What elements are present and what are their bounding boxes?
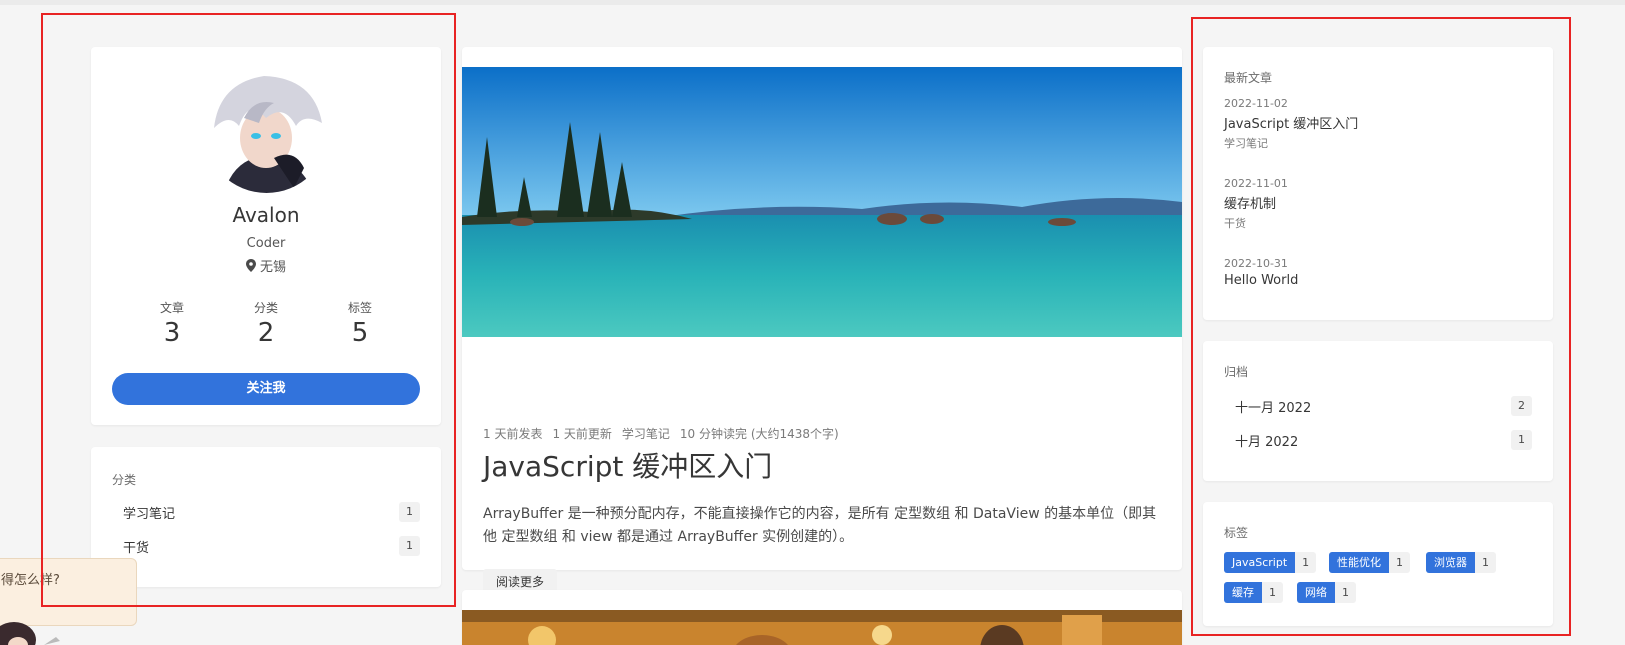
widget-title: 标签	[1224, 526, 1249, 540]
post-published: 1 天前发表	[483, 427, 543, 441]
tag-count: 1	[1389, 552, 1410, 573]
archive-count: 2	[1511, 396, 1532, 416]
archive-count: 1	[1511, 430, 1532, 450]
category-count: 1	[399, 536, 420, 556]
category-label: 干货	[123, 540, 150, 556]
tag-count: 1	[1295, 552, 1317, 573]
archive-label: 十一月 2022	[1235, 400, 1312, 416]
post-title[interactable]: JavaScript 缓冲区入门	[483, 445, 772, 485]
recent-post-category[interactable]: 学习笔记	[1224, 135, 1524, 151]
post-read-time: 10 分钟读完 (大约1438个字)	[679, 427, 839, 441]
stat-categories[interactable]: 分类 2	[231, 299, 301, 348]
tag-item[interactable]: 网络 1	[1297, 582, 1356, 603]
tag-count: 1	[1475, 552, 1496, 573]
category-count: 1	[399, 502, 420, 522]
recent-post-title[interactable]: 缓存机制	[1224, 193, 1524, 212]
archive-item[interactable]: 十一月 2022 2	[1224, 391, 1532, 421]
recent-post-title[interactable]: JavaScript 缓冲区入门	[1224, 113, 1524, 132]
post-card: 1 天前发表 1 天前更新 学习笔记 10 分钟读完 (大约1438个字) Ja…	[462, 47, 1182, 595]
categories-widget: 分类 学习笔记 1 干货 1	[91, 447, 441, 587]
mascot-character[interactable]	[0, 615, 64, 645]
tag-count: 1	[1262, 582, 1283, 603]
archive-item[interactable]: 十月 2022 1	[1224, 425, 1532, 455]
post-meta: 1 天前发表 1 天前更新 学习笔记 10 分钟读完 (大约1438个字)	[483, 425, 839, 442]
recent-post-item[interactable]: 2022-11-02 JavaScript 缓冲区入门 学习笔记	[1224, 97, 1524, 151]
recent-post-date: 2022-10-31	[1224, 257, 1288, 270]
tag-name: 缓存	[1224, 582, 1262, 603]
recent-post-title[interactable]: Hello World	[1224, 273, 1524, 288]
follow-button[interactable]: 关注我	[112, 373, 420, 405]
recent-post-item[interactable]: 2022-10-31 Hello World	[1224, 257, 1524, 288]
widget-title: 最新文章	[1224, 71, 1273, 85]
tag-name: 浏览器	[1426, 552, 1475, 573]
recent-post-date: 2022-11-01	[1224, 177, 1288, 190]
tag-name: 网络	[1297, 582, 1335, 603]
profile-role: Coder	[246, 236, 286, 251]
archives-widget: 归档 十一月 2022 2 十月 2022 1	[1203, 341, 1553, 481]
avatar[interactable]	[204, 68, 329, 193]
widget-title: 分类	[112, 473, 137, 487]
category-item[interactable]: 学习笔记 1	[112, 497, 420, 527]
stat-value: 3	[163, 318, 181, 348]
tag-item[interactable]: JavaScript 1	[1224, 552, 1317, 573]
recent-post-item[interactable]: 2022-11-01 缓存机制 干货	[1224, 177, 1524, 231]
stat-label: 标签	[347, 301, 372, 315]
recent-posts-widget: 最新文章 2022-11-02 JavaScript 缓冲区入门 学习笔记 20…	[1203, 47, 1553, 320]
map-marker-icon	[245, 259, 256, 272]
post-excerpt: ArrayBuffer 是一种预分配内存，不能直接操作它的内容，是所有 定型数组…	[483, 506, 1157, 545]
recent-post-category[interactable]: 干货	[1224, 215, 1524, 231]
location-text: 无锡	[259, 260, 286, 275]
post-thumbnail[interactable]	[462, 610, 1182, 645]
stat-label: 文章	[159, 301, 184, 315]
profile-card: Avalon Coder 无锡 文章 3 分类 2 标签 5 关注我	[91, 47, 441, 425]
tag-name: 性能优化	[1329, 552, 1389, 573]
post-category-link[interactable]: 学习笔记	[622, 425, 670, 442]
post-card	[462, 590, 1182, 645]
tag-item[interactable]: 浏览器 1	[1426, 552, 1496, 573]
profile-location: 无锡	[91, 256, 441, 275]
tag-item[interactable]: 性能优化 1	[1329, 552, 1410, 573]
top-navbar-edge	[0, 0, 1625, 5]
tag-item[interactable]: 缓存 1	[1224, 582, 1283, 603]
tag-name: JavaScript	[1224, 552, 1296, 573]
widget-title: 归档	[1224, 365, 1249, 379]
category-label: 学习笔记	[123, 506, 176, 522]
category-item[interactable]: 干货 1	[112, 531, 420, 561]
stat-tags[interactable]: 标签 5	[325, 299, 395, 348]
stat-value: 5	[351, 318, 369, 348]
stat-posts[interactable]: 文章 3	[137, 299, 207, 348]
recent-post-date: 2022-11-02	[1224, 97, 1288, 110]
chat-text: 得怎么样?	[1, 573, 60, 588]
stat-value: 2	[257, 318, 275, 348]
post-thumbnail[interactable]	[462, 67, 1182, 337]
post-updated: 1 天前更新	[552, 427, 612, 441]
archive-label: 十月 2022	[1235, 434, 1299, 450]
profile-name: Avalon	[232, 203, 300, 227]
tag-count: 1	[1335, 582, 1356, 603]
tags-widget: 标签 JavaScript 1 性能优化 1 浏览器 1 缓存 1 网络 1	[1203, 502, 1553, 626]
stat-label: 分类	[253, 301, 278, 315]
profile-stats: 文章 3 分类 2 标签 5	[91, 299, 441, 348]
